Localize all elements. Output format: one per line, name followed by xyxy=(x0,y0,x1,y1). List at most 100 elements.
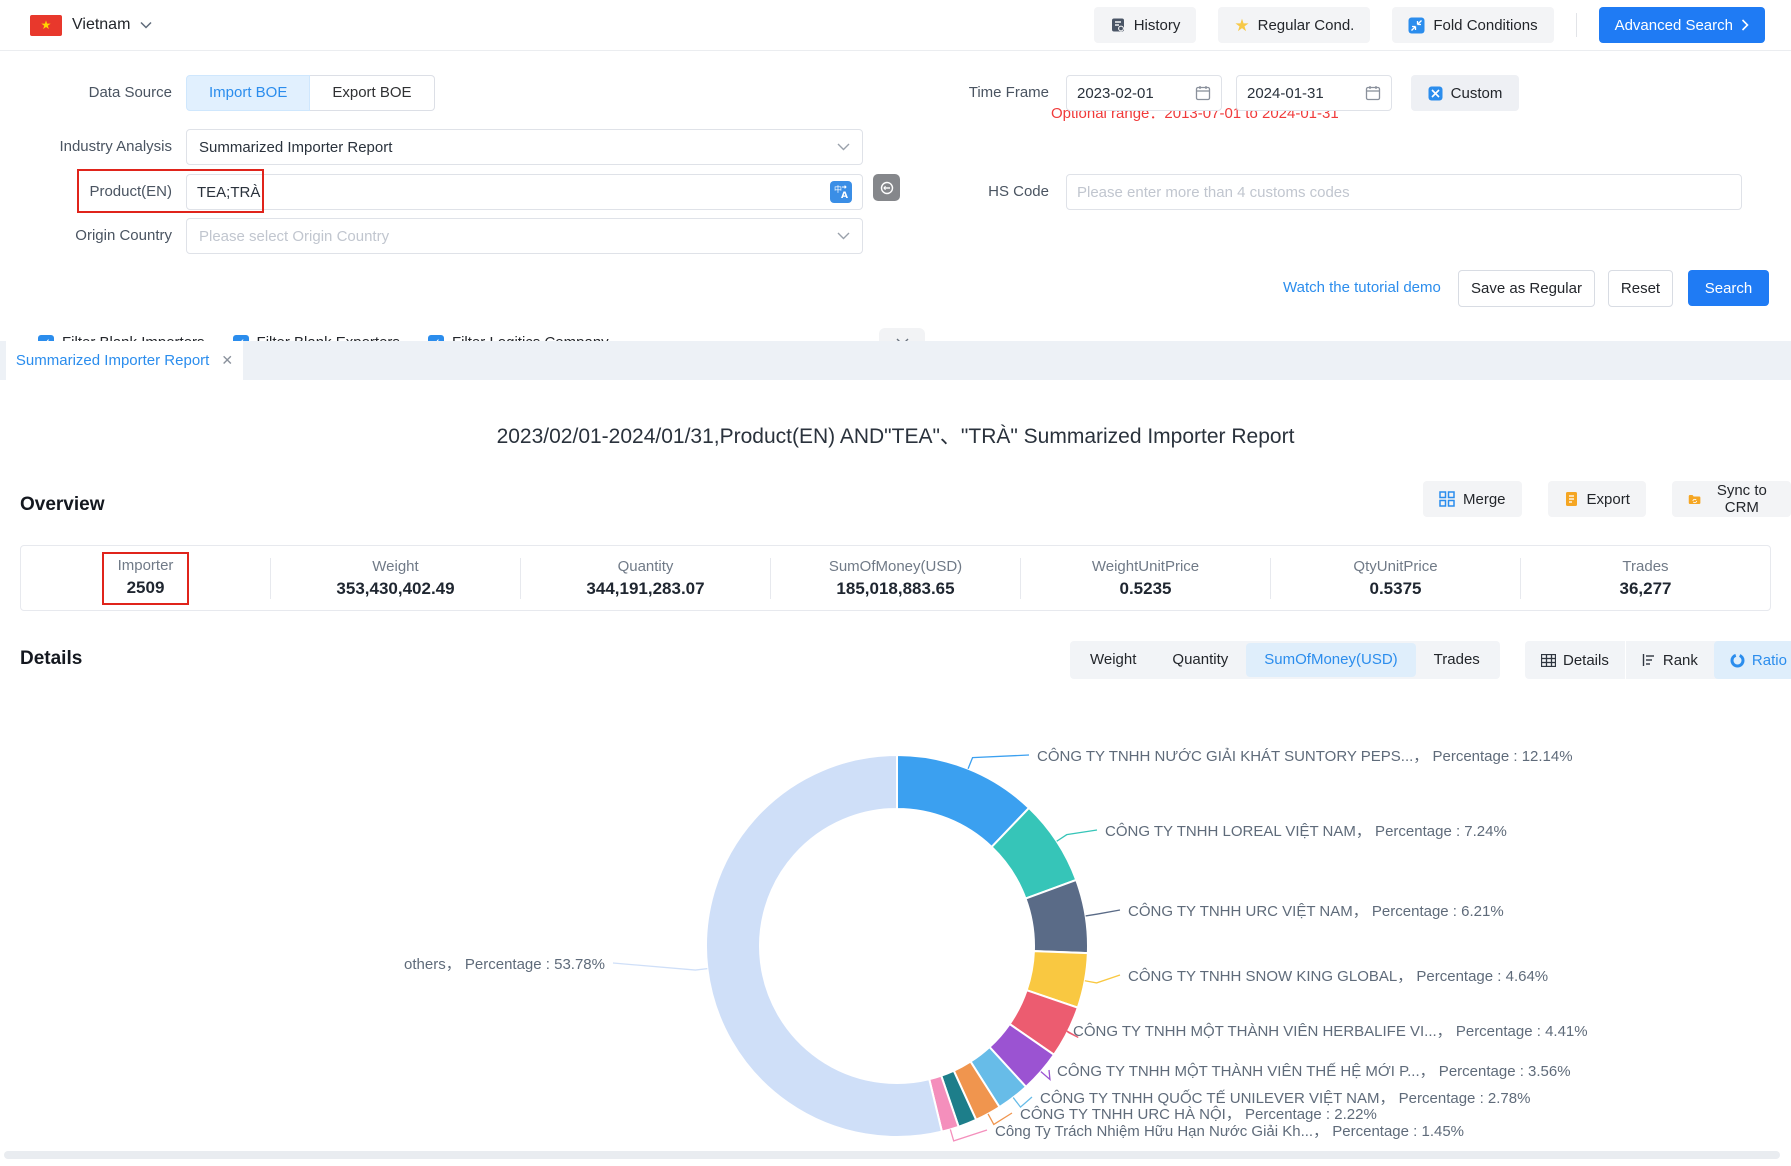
export-button[interactable]: Export xyxy=(1548,481,1646,517)
import-boe-tab[interactable]: Import BOE xyxy=(186,75,310,111)
sync-to-crm-button[interactable]: Sync to CRM xyxy=(1672,481,1791,517)
hs-code-input[interactable] xyxy=(1066,174,1742,210)
save-as-regular-button[interactable]: Save as Regular xyxy=(1458,270,1595,307)
stat-value: 0.5375 xyxy=(1271,579,1520,599)
country-selector[interactable]: ★ Vietnam xyxy=(30,15,152,36)
fold-conditions-label: Fold Conditions xyxy=(1433,17,1537,34)
history-icon xyxy=(1110,17,1126,33)
data-source-segmented: Import BOE Export BOE xyxy=(186,75,435,111)
export-boe-tab[interactable]: Export BOE xyxy=(310,75,434,111)
start-date-input[interactable] xyxy=(1066,75,1222,111)
hs-code-value[interactable] xyxy=(1077,184,1731,201)
label-connector-line xyxy=(968,755,1029,769)
industry-analysis-value: Summarized Importer Report xyxy=(199,139,392,156)
time-frame-label: Time Frame xyxy=(889,75,1049,111)
stat-trades: Trades 36,277 xyxy=(1520,558,1770,599)
tab-summarized-importer-report[interactable]: Summarized Importer Report ✕ xyxy=(6,341,243,380)
label-connector-line xyxy=(1085,975,1120,983)
sync-crm-icon xyxy=(1688,492,1701,507)
regular-cond-label: Regular Cond. xyxy=(1258,17,1355,34)
chart-label: CÔNG TY TNHH MỘT THÀNH VIÊN HERBALIFE VI… xyxy=(1073,1020,1588,1041)
product-en-input[interactable]: 中A xyxy=(186,174,863,210)
top-bar: ★ Vietnam History ★ Regular Cond. Fold C… xyxy=(0,0,1791,51)
ratio-donut-chart: CÔNG TY TNHH NƯỚC GIẢI KHÁT SUNTORY PEPS… xyxy=(0,660,1791,1162)
stat-value: 344,191,283.07 xyxy=(521,579,770,599)
stat-label: Quantity xyxy=(521,558,770,575)
calendar-icon xyxy=(1195,85,1211,101)
label-connector-line xyxy=(613,963,707,970)
advanced-search-label: Advanced Search xyxy=(1615,17,1733,34)
stat-value: 36,277 xyxy=(1521,579,1770,599)
chart-label: CÔNG TY TNHH MỘT THÀNH VIÊN THẾ HỆ MỚI P… xyxy=(1057,1060,1571,1081)
reset-button[interactable]: Reset xyxy=(1608,270,1673,307)
hs-code-label: HS Code xyxy=(889,174,1049,210)
advanced-search-button[interactable]: Advanced Search xyxy=(1599,7,1765,43)
svg-text:A: A xyxy=(841,191,848,200)
industry-analysis-select[interactable]: Summarized Importer Report xyxy=(186,129,863,165)
fold-conditions-button[interactable]: Fold Conditions xyxy=(1392,7,1553,43)
merge-label: Merge xyxy=(1463,491,1506,508)
chevron-down-icon xyxy=(837,232,850,240)
custom-icon xyxy=(1428,86,1443,101)
export-label: Export xyxy=(1587,491,1630,508)
history-label: History xyxy=(1134,17,1181,34)
donut-slice[interactable] xyxy=(706,755,942,1137)
stat-label: SumOfMoney(USD) xyxy=(771,558,1020,575)
stat-weight-unit-price: WeightUnitPrice 0.5235 xyxy=(1020,558,1270,599)
stat-label: Importer xyxy=(118,557,174,574)
data-source-label: Data Source xyxy=(12,75,172,111)
stat-importer: Importer 2509 xyxy=(21,552,270,605)
stat-qty-unit-price: QtyUnitPrice 0.5375 xyxy=(1270,558,1520,599)
origin-country-label: Origin Country xyxy=(12,218,172,254)
label-connector-line xyxy=(1057,830,1097,841)
industry-analysis-label: Industry Analysis xyxy=(12,129,172,165)
tutorial-link[interactable]: Watch the tutorial demo xyxy=(1283,270,1441,306)
origin-country-select[interactable]: Please select Origin Country xyxy=(186,218,863,254)
merge-icon xyxy=(1439,491,1455,507)
history-button[interactable]: History xyxy=(1094,7,1197,43)
sync-to-crm-label: Sync to CRM xyxy=(1709,482,1775,516)
chart-label: CÔNG TY TNHH LOREAL VIỆT NAM， Percentage… xyxy=(1105,820,1507,841)
calendar-icon xyxy=(1365,85,1381,101)
custom-label: Custom xyxy=(1451,85,1503,102)
stat-value: 0.5235 xyxy=(1021,579,1270,599)
tab-title: Summarized Importer Report xyxy=(16,352,209,369)
overview-heading: Overview xyxy=(20,494,105,516)
chevron-right-icon xyxy=(1741,19,1749,31)
horizontal-scrollbar[interactable] xyxy=(4,1151,1780,1159)
translate-icon[interactable]: 中A xyxy=(830,181,852,203)
end-date-value[interactable] xyxy=(1247,85,1357,102)
fold-icon xyxy=(1408,17,1425,34)
chart-label: Công Ty Trách Nhiệm Hữu Hạn Nước Giải Kh… xyxy=(995,1120,1464,1141)
stat-value: 353,430,402.49 xyxy=(271,579,520,599)
importer-highlight-box: Importer 2509 xyxy=(102,552,190,605)
chevron-down-icon xyxy=(140,21,152,29)
result-tab-strip: Summarized Importer Report ✕ xyxy=(0,341,1791,380)
chart-label: CÔNG TY TNHH NƯỚC GIẢI KHÁT SUNTORY PEPS… xyxy=(1037,745,1573,766)
label-connector-line xyxy=(950,1129,987,1141)
chart-label: others， Percentage : 53.78% xyxy=(404,953,605,974)
star-icon: ★ xyxy=(1234,17,1249,34)
overview-stats-card: Importer 2509 Weight 353,430,402.49 Quan… xyxy=(20,545,1771,611)
end-date-input[interactable] xyxy=(1236,75,1392,111)
search-form: Optional range：2013-07-01 to 2024-01-31 … xyxy=(0,52,1791,341)
country-name: Vietnam xyxy=(72,16,130,34)
stat-value: 2509 xyxy=(118,578,174,598)
stat-weight: Weight 353,430,402.49 xyxy=(270,558,520,599)
stat-quantity: Quantity 344,191,283.07 xyxy=(520,558,770,599)
header-divider xyxy=(1576,13,1577,37)
stat-label: QtyUnitPrice xyxy=(1271,558,1520,575)
origin-country-placeholder: Please select Origin Country xyxy=(199,228,389,245)
merge-button[interactable]: Merge xyxy=(1423,481,1522,517)
report-title: 2023/02/01-2024/01/31,Product(EN) AND"TE… xyxy=(0,420,1791,450)
search-button[interactable]: Search xyxy=(1688,270,1769,306)
custom-range-button[interactable]: Custom xyxy=(1411,75,1519,111)
product-en-label: Product(EN) xyxy=(12,174,172,210)
vietnam-flag-icon: ★ xyxy=(30,15,62,36)
tab-close-icon[interactable]: ✕ xyxy=(221,352,233,369)
chart-label: CÔNG TY TNHH SNOW KING GLOBAL， Percentag… xyxy=(1128,965,1548,986)
product-en-value[interactable] xyxy=(197,184,830,201)
start-date-value[interactable] xyxy=(1077,85,1187,102)
chart-label: CÔNG TY TNHH URC VIỆT NAM， Percentage : … xyxy=(1128,900,1504,921)
regular-cond-button[interactable]: ★ Regular Cond. xyxy=(1218,7,1370,43)
